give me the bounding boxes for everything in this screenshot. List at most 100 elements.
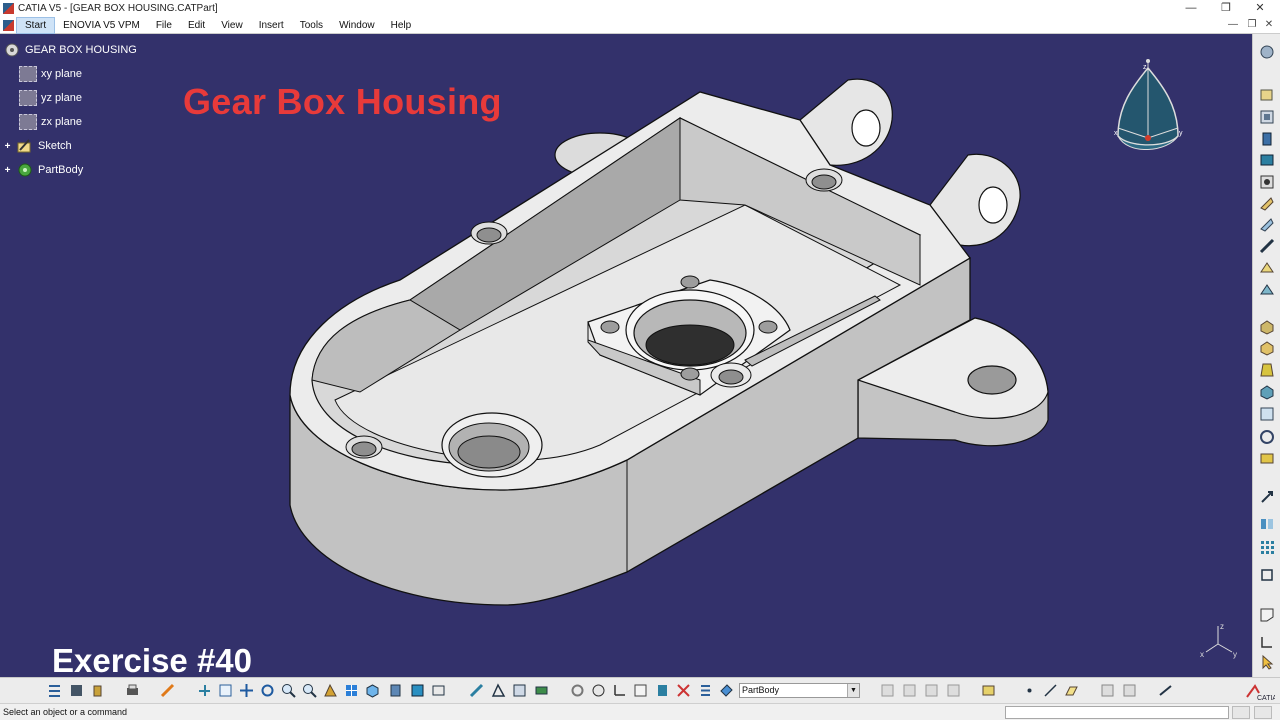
compass-icon[interactable]: z x y	[1108, 56, 1188, 162]
translation-icon[interactable]	[1259, 489, 1275, 505]
command-button-2[interactable]	[1254, 706, 1272, 719]
multi-view-icon[interactable]	[344, 683, 359, 698]
menu-tools[interactable]: Tools	[292, 18, 331, 33]
slot-icon[interactable]	[1259, 217, 1275, 233]
restore-icon[interactable]: ❐	[1211, 0, 1241, 17]
reorder-icon[interactable]	[698, 683, 713, 698]
menu-window[interactable]: Window	[331, 18, 383, 33]
tree-item-partbody[interactable]: + PartBody	[3, 158, 137, 182]
chamfer-icon[interactable]	[1259, 340, 1275, 356]
tree-item-yz-plane[interactable]: yz plane	[3, 86, 137, 110]
command-button-1[interactable]	[1232, 706, 1250, 719]
right-toolbar	[1252, 34, 1280, 677]
gear-box-housing-model[interactable]	[0, 34, 1252, 677]
pad-icon[interactable]	[1259, 86, 1275, 102]
wireframe-icon[interactable]	[491, 683, 506, 698]
sketcher-icon[interactable]	[1259, 44, 1275, 60]
thread-icon[interactable]	[1259, 429, 1275, 445]
expand-icon[interactable]: +	[3, 165, 12, 175]
shading-icon[interactable]	[388, 683, 403, 698]
fit-all-icon[interactable]	[218, 683, 233, 698]
tree-item-zx-plane[interactable]: zx plane	[3, 110, 137, 134]
document-icon[interactable]	[3, 19, 14, 31]
sketch-tool-icon[interactable]	[469, 683, 484, 698]
hole-icon[interactable]	[1259, 174, 1275, 190]
update-icon[interactable]	[47, 683, 62, 698]
annotation-icon[interactable]	[1259, 607, 1275, 623]
minimize-icon[interactable]: —	[1176, 0, 1206, 17]
rotate-icon[interactable]	[260, 683, 275, 698]
menu-enovia[interactable]: ENOVIA V5 VPM	[55, 18, 148, 33]
current-body-select[interactable]: PartBody ▼	[739, 683, 860, 698]
bottle-icon[interactable]	[90, 683, 105, 698]
pocket-icon[interactable]	[1259, 109, 1275, 125]
tree-item-label: xy plane	[41, 68, 82, 80]
define-in-work-icon[interactable]	[719, 683, 734, 698]
groove-icon[interactable]	[1259, 152, 1275, 168]
pan-icon[interactable]	[239, 683, 254, 698]
boolean-icon[interactable]	[981, 683, 996, 698]
line-icon[interactable]	[1043, 683, 1058, 698]
menu-start[interactable]: Start	[16, 16, 56, 34]
zoom-out-icon[interactable]	[302, 683, 317, 698]
publication-icon[interactable]	[1158, 683, 1173, 698]
material-icon[interactable]	[534, 683, 549, 698]
pattern-icon[interactable]	[1259, 539, 1275, 555]
menu-file[interactable]: File	[148, 18, 180, 33]
expand-icon[interactable]: +	[3, 141, 12, 151]
remove-face-icon[interactable]	[1259, 450, 1275, 466]
remove-loft-icon[interactable]	[1259, 282, 1275, 298]
normal-view-icon[interactable]	[323, 683, 338, 698]
scale-icon[interactable]	[1259, 567, 1275, 583]
constraint-icon[interactable]	[1259, 634, 1275, 650]
thickness-icon[interactable]	[1259, 406, 1275, 422]
rib-icon[interactable]	[1259, 196, 1275, 212]
point-icon[interactable]	[1022, 683, 1037, 698]
measure-icon[interactable]	[160, 683, 175, 698]
fly-mode-icon[interactable]	[197, 683, 212, 698]
chevron-down-icon[interactable]: ▼	[847, 684, 859, 697]
3d-viewport[interactable]: GEAR BOX HOUSING xy plane yz plane zx pl…	[0, 34, 1252, 677]
layer-icon[interactable]	[655, 683, 670, 698]
command-input[interactable]	[1005, 706, 1229, 719]
doc-close-icon[interactable]: ✕	[1262, 18, 1276, 32]
edge-fillet-icon[interactable]	[1259, 319, 1275, 335]
print-icon[interactable]	[125, 683, 140, 698]
tool-palette-2-icon[interactable]	[902, 683, 917, 698]
catalog-icon[interactable]	[69, 683, 84, 698]
select-arrow-icon[interactable]	[1259, 654, 1275, 670]
hide-show-icon[interactable]	[410, 683, 425, 698]
menu-edit[interactable]: Edit	[180, 18, 213, 33]
menu-view[interactable]: View	[213, 18, 251, 33]
mirror-icon[interactable]	[1259, 516, 1275, 532]
iso-view-icon[interactable]	[365, 683, 380, 698]
draft-icon[interactable]	[1259, 362, 1275, 378]
doc-restore-icon[interactable]: ❐	[1245, 18, 1259, 32]
tree-item-sketch[interactable]: + Sketch	[3, 134, 137, 158]
knowledge-icon[interactable]	[591, 683, 606, 698]
hide-icon[interactable]	[1100, 683, 1115, 698]
tool-palette-1-icon[interactable]	[880, 683, 895, 698]
menu-insert[interactable]: Insert	[251, 18, 292, 33]
menu-help[interactable]: Help	[383, 18, 420, 33]
tree-item-xy-plane[interactable]: xy plane	[3, 62, 137, 86]
status-message: Select an object or a command	[3, 707, 128, 717]
tool-palette-3-icon[interactable]	[924, 683, 939, 698]
plane-tool-icon[interactable]	[1064, 683, 1079, 698]
zoom-in-icon[interactable]	[281, 683, 296, 698]
formula-icon[interactable]	[633, 683, 648, 698]
sync-icon[interactable]	[570, 683, 585, 698]
loft-icon[interactable]	[1259, 260, 1275, 276]
tool-palette-4-icon[interactable]	[946, 683, 961, 698]
swap-visible-icon[interactable]	[431, 683, 446, 698]
doc-minimize-icon[interactable]: —	[1226, 18, 1240, 32]
settings-grid-icon[interactable]	[512, 683, 527, 698]
show-icon[interactable]	[1122, 683, 1137, 698]
tree-root[interactable]: GEAR BOX HOUSING	[3, 38, 137, 62]
axis-system-icon[interactable]	[612, 683, 627, 698]
design-table-icon[interactable]	[676, 683, 691, 698]
shaft-icon[interactable]	[1259, 131, 1275, 147]
stiffener-icon[interactable]	[1259, 238, 1275, 254]
shell-icon[interactable]	[1259, 384, 1275, 400]
close-icon[interactable]: ✕	[1245, 0, 1275, 17]
